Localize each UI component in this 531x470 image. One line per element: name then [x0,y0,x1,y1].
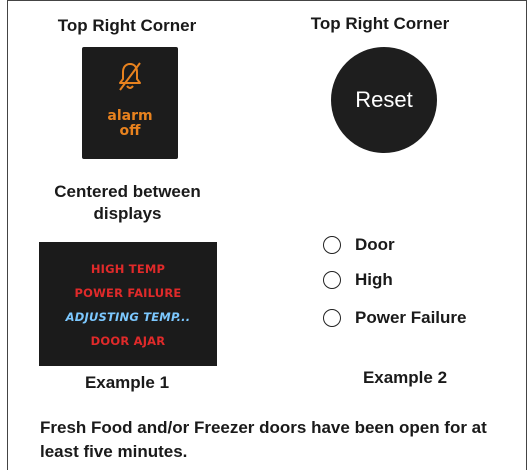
radio-circle-icon[interactable] [323,236,341,254]
heading-top-right-corner-left: Top Right Corner [57,16,197,35]
display-message-adjusting-temp: ADJUSTING TEMP... [65,310,191,324]
bell-off-icon [119,62,141,91]
footer-description: Fresh Food and/or Freezer doors have bee… [40,418,487,461]
indicator-high-label: High [355,270,393,289]
radio-circle-icon[interactable] [323,271,341,289]
heading-top-right-corner-right: Top Right Corner [310,14,450,33]
alarm-label: alarm [107,108,153,124]
reset-button[interactable]: Reset [331,47,437,153]
indicator-door[interactable]: Door [323,233,395,257]
heading-centered-between-displays: Centered between displays [54,182,201,223]
display-message-power-failure: POWER FAILURE [74,286,182,300]
indicator-high[interactable]: High [323,268,393,292]
off-label: off [119,123,141,139]
example-2-label: Example 2 [362,368,448,387]
display-message-door-ajar: DOOR AJAR [90,334,166,348]
example-1-label: Example 1 [84,373,170,392]
alarm-off-button[interactable]: alarm off [82,47,178,159]
indicator-door-label: Door [355,235,395,254]
radio-circle-icon[interactable] [323,309,341,327]
status-display: HIGH TEMP POWER FAILURE ADJUSTING TEMP..… [39,242,217,366]
indicator-power-failure[interactable]: Power Failure [323,306,466,330]
indicator-power-failure-label: Power Failure [355,308,467,327]
display-message-high-temp: HIGH TEMP [90,262,166,276]
